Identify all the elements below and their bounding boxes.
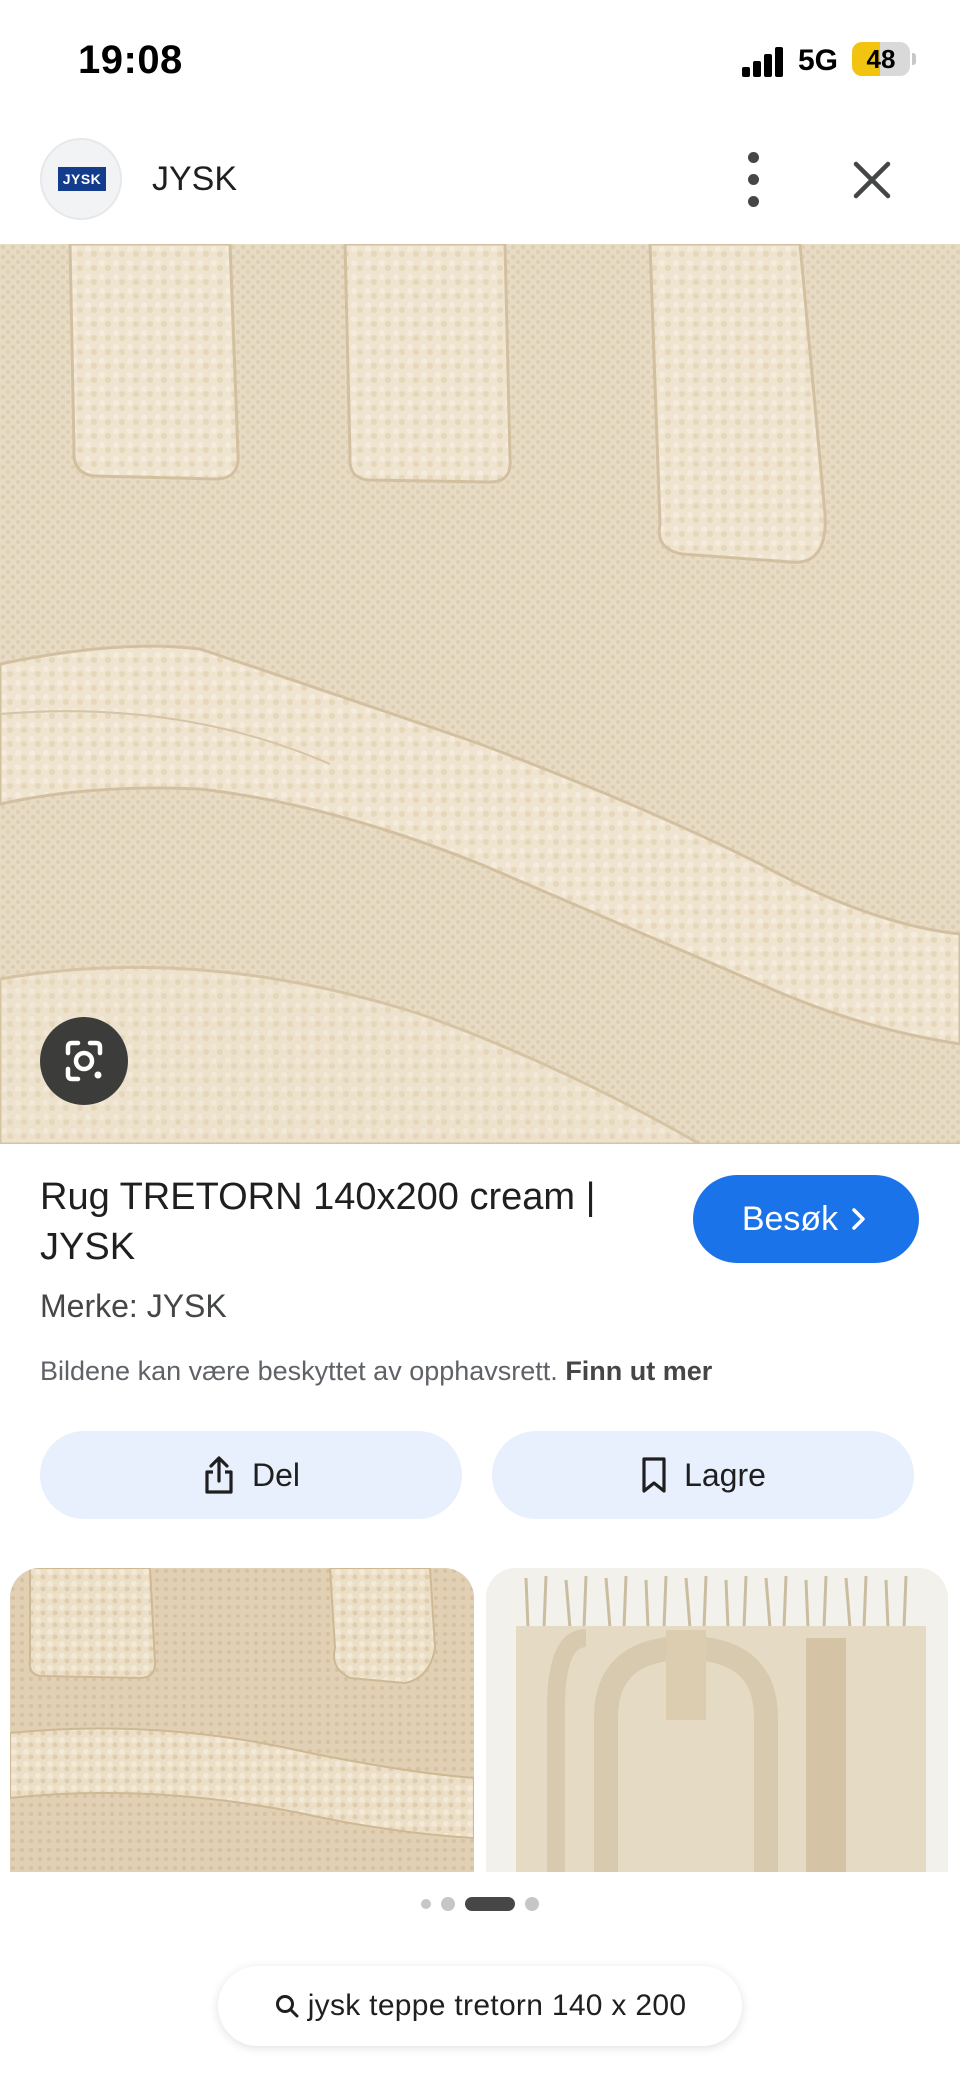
- google-lens-icon: [65, 1040, 103, 1082]
- copyright-text: Bildene kan være beskyttet av opphavsret…: [40, 1356, 558, 1386]
- site-logo-text: JYSK: [58, 167, 106, 191]
- pager-dot-active[interactable]: [465, 1897, 515, 1911]
- status-bar: 19:08 5G 48: [0, 0, 960, 120]
- bookmark-icon: [642, 1457, 666, 1493]
- chevron-right-icon: [852, 1208, 865, 1230]
- product-image[interactable]: [0, 244, 960, 1144]
- related-rug-product-image: [486, 1568, 948, 1872]
- visit-label: Besøk: [741, 1199, 839, 1238]
- share-icon: [205, 1456, 233, 1494]
- signal-icon: [742, 47, 786, 77]
- network-type: 5G: [798, 44, 839, 77]
- site-name[interactable]: JYSK: [152, 160, 237, 199]
- battery-icon: 48: [852, 42, 910, 76]
- more-vert-dot: [748, 196, 759, 207]
- pager-dot[interactable]: [525, 1897, 539, 1911]
- site-logo[interactable]: JYSK: [40, 138, 122, 220]
- search-query-chip[interactable]: jysk teppe tretorn 140 x 200: [218, 1966, 742, 2046]
- share-button[interactable]: Del: [40, 1431, 462, 1519]
- search-icon: [275, 1995, 299, 2018]
- close-button[interactable]: [844, 152, 900, 208]
- battery-level: 48: [866, 44, 896, 74]
- battery-cap: [912, 53, 916, 65]
- result-header: JYSK JYSK: [0, 130, 960, 242]
- search-query-text: jysk teppe tretorn 140 x 200: [307, 1989, 687, 2022]
- copyright-notice: Bildene kan være beskyttet av opphavsret…: [40, 1356, 712, 1387]
- rug-texture-image: [0, 244, 960, 1144]
- related-rug-texture-image: [10, 1568, 474, 1872]
- save-label: Lagre: [684, 1456, 766, 1493]
- more-vert-icon: [748, 152, 759, 163]
- google-lens-button[interactable]: [40, 1017, 128, 1105]
- pager-dot[interactable]: [441, 1897, 455, 1911]
- more-options-button[interactable]: [730, 150, 778, 210]
- close-icon: [853, 161, 891, 199]
- related-image-1[interactable]: [10, 1568, 474, 1872]
- more-vert-dot: [748, 174, 759, 185]
- status-time: 19:08: [78, 38, 183, 82]
- pager-dot[interactable]: [421, 1899, 431, 1909]
- learn-more-link[interactable]: Finn ut mer: [565, 1356, 712, 1386]
- brand-line: Merke: JYSK: [40, 1288, 227, 1324]
- related-image-2[interactable]: [486, 1568, 948, 1872]
- share-label: Del: [251, 1456, 300, 1493]
- result-title[interactable]: Rug TRETORN 140x200 cream | JYSK: [40, 1172, 640, 1272]
- image-pager: [0, 1894, 960, 1914]
- save-button[interactable]: Lagre: [492, 1431, 914, 1519]
- visit-button[interactable]: Besøk: [693, 1175, 919, 1263]
